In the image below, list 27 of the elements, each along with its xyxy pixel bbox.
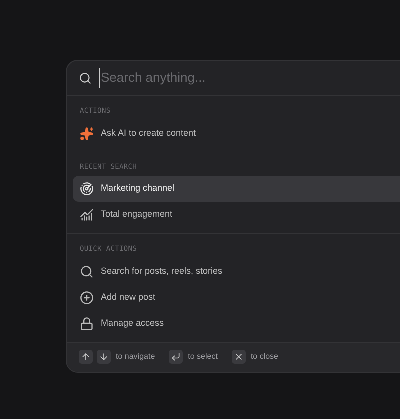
return-key-icon [169, 350, 184, 364]
arrow-down-key-icon [97, 350, 111, 364]
shortcut-hint: to navigate [116, 351, 156, 363]
search-icon [80, 264, 94, 278]
chart-icon [80, 208, 94, 222]
menu-item-label: Marketing channel [101, 182, 175, 196]
close-key-icon [232, 350, 246, 364]
menu-item-label: Ask AI to create content [101, 126, 196, 140]
menu-item-label: Manage access [101, 316, 164, 330]
shortcut-hint: to select [188, 351, 218, 363]
target-icon [80, 182, 94, 196]
search-field[interactable]: Search anything... [99, 68, 400, 88]
menu-item[interactable]: Marketing channel [73, 176, 400, 202]
lock-icon [80, 316, 94, 330]
plus-circle-icon [80, 290, 94, 304]
menu-item[interactable]: Total engagement [73, 202, 400, 228]
menu-item-label: Add new post [101, 290, 156, 304]
arrow-up-key-icon [79, 350, 93, 364]
search-icon [79, 72, 92, 84]
sparkle-icon [80, 126, 94, 140]
menu-item[interactable]: Ask AI to create content [73, 120, 400, 146]
shortcut-hint: to close [250, 351, 279, 363]
menu-item[interactable]: Search for posts, reels, stories [73, 258, 400, 284]
menu-item[interactable]: Add new post [73, 284, 400, 310]
menu-item-label: Search for posts, reels, stories [101, 264, 223, 278]
menu-item[interactable]: Manage access [73, 310, 400, 336]
menu-item-label: Total engagement [101, 208, 173, 222]
